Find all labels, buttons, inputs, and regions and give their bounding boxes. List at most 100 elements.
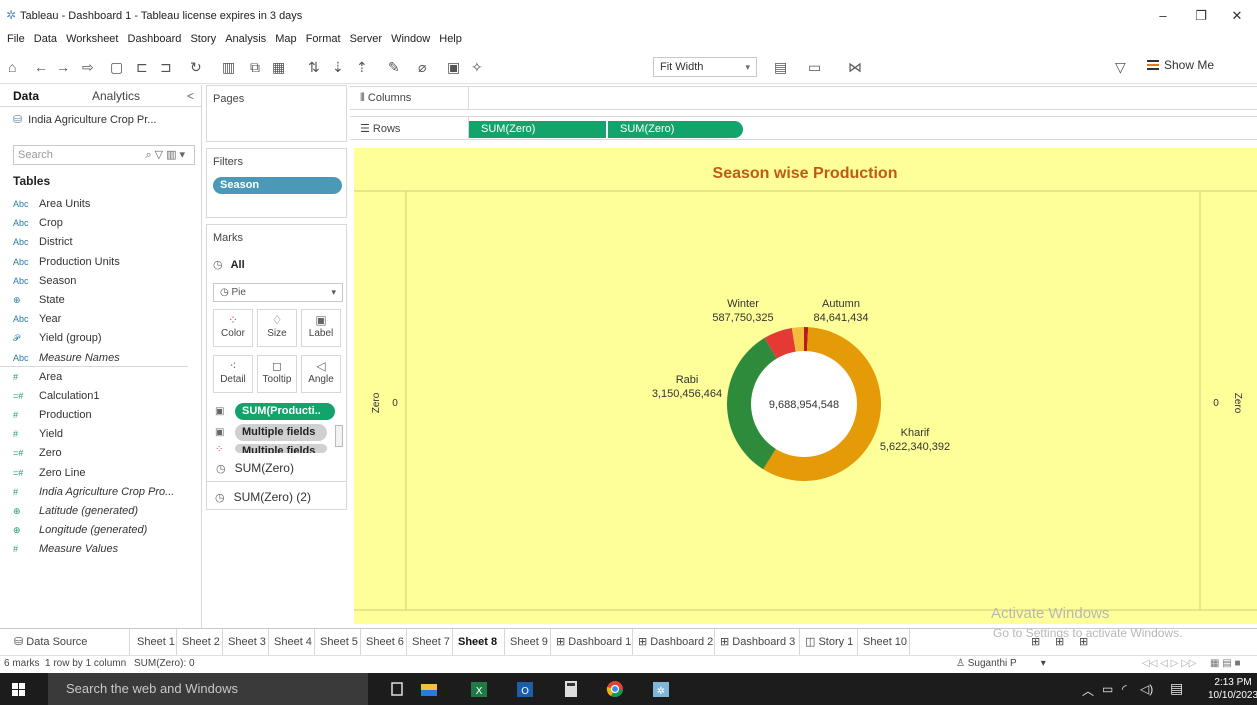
pill-sum-production[interactable]: SUM(Producti..: [235, 403, 335, 420]
pill-multiple-fields-2[interactable]: Multiple fields: [235, 444, 327, 453]
tab-analytics[interactable]: Analytics: [92, 89, 140, 103]
field-item[interactable]: # Yield: [13, 425, 202, 444]
viz-area[interactable]: Season wise Production Zero 0 Zero 0 9,6…: [354, 148, 1257, 624]
field-item[interactable]: # Area: [13, 368, 202, 387]
save-icon[interactable]: ▢: [110, 58, 123, 76]
pie-chart[interactable]: Season wise Production Zero 0 Zero 0 9,6…: [354, 148, 1257, 624]
restore-button[interactable]: ❐: [1186, 6, 1216, 26]
forward-icon[interactable]: →: [56, 58, 70, 76]
share-icon[interactable]: ⋈: [848, 58, 862, 76]
mark-type-dropdown[interactable]: ◷ Pie ▾: [213, 283, 343, 302]
volume-icon[interactable]: ◁): [1140, 682, 1153, 696]
chrome-icon[interactable]: [604, 679, 626, 699]
menu-analysis[interactable]: Analysis: [225, 30, 266, 48]
field-item[interactable]: Abc Area Units: [13, 195, 202, 214]
pill-multiple-fields[interactable]: Multiple fields: [235, 424, 327, 441]
highlight-icon[interactable]: ✎: [388, 58, 400, 76]
menu-data[interactable]: Data: [34, 30, 57, 48]
menu-map[interactable]: Map: [275, 30, 296, 48]
notifications-icon[interactable]: ▤: [1170, 680, 1183, 697]
sort-asc-icon[interactable]: ⇣: [332, 58, 344, 76]
sheet-tab[interactable]: Sheet 8: [453, 629, 505, 655]
menu-server[interactable]: Server: [350, 30, 382, 48]
new-sheet-icon[interactable]: ⊐: [160, 58, 172, 76]
columns-shelf[interactable]: ⦀ Columns: [350, 86, 1257, 110]
sheet-tab[interactable]: Sheet 9: [505, 629, 551, 655]
field-item[interactable]: Abc Measure Names: [13, 349, 202, 368]
sheet-tab[interactable]: Sheet 10: [858, 629, 910, 655]
field-item[interactable]: =# Zero: [13, 444, 202, 463]
task-view-icon[interactable]: [386, 679, 408, 699]
group-icon[interactable]: ⌀: [418, 58, 426, 76]
excel-icon[interactable]: X: [468, 679, 490, 699]
menu-help[interactable]: Help: [439, 30, 462, 48]
pages-card[interactable]: Pages: [206, 85, 347, 142]
file-explorer-icon[interactable]: [418, 679, 440, 699]
search-field-row[interactable]: Search ⌕▽▥▾: [13, 145, 195, 165]
datasource-item[interactable]: ⛁ India Agriculture Crop Pr...: [13, 113, 156, 126]
field-item[interactable]: 𝒫 Yield (group): [13, 329, 202, 348]
marks-all-row[interactable]: ◷ All: [213, 258, 245, 271]
field-item[interactable]: Abc Crop: [13, 214, 202, 233]
field-item[interactable]: # Production: [13, 406, 202, 425]
menu-file[interactable]: File: [7, 30, 25, 48]
search-input[interactable]: Search: [18, 149, 53, 161]
search-tools-icons[interactable]: ⌕▽▥▾: [145, 148, 188, 162]
tooltip-button[interactable]: ◻ Tooltip: [257, 355, 297, 393]
color-button[interactable]: ⁘ Color: [213, 309, 253, 347]
start-button[interactable]: [0, 673, 48, 705]
sheet-tab[interactable]: ◫ Story 1: [800, 629, 858, 655]
tableau-taskbar-icon[interactable]: ✲: [650, 679, 672, 699]
sheet-tab[interactable]: ⊞ Dashboard 1: [551, 629, 633, 655]
field-item[interactable]: ⊕ Longitude (generated): [13, 521, 202, 540]
tooltip-toggle-icon[interactable]: ▽: [1115, 58, 1126, 76]
row-pill-sum-zero-1[interactable]: SUM(Zero): [469, 121, 606, 138]
menu-dashboard[interactable]: Dashboard: [128, 30, 182, 48]
field-item[interactable]: =# Calculation1: [13, 387, 202, 406]
fit-dropdown[interactable]: Fit Width ▾: [653, 57, 757, 77]
field-item[interactable]: ⊕ Latitude (generated): [13, 502, 202, 521]
field-item[interactable]: =# Zero Line: [13, 464, 202, 483]
view-toggle-icons[interactable]: ▦ ▤ ■: [1210, 658, 1241, 669]
tab-data-source[interactable]: ⛁ Data Source: [0, 629, 130, 655]
nav-arrows-icon[interactable]: ◁◁ ◁ ▷ ▷▷: [1142, 658, 1196, 669]
duplicate-sheet-icon[interactable]: ⧉: [250, 58, 260, 76]
show-me-button[interactable]: Show Me: [1147, 58, 1214, 72]
user-menu[interactable]: ♙ Suganthi P ▾: [956, 658, 1046, 669]
new-worksheet-icon[interactable]: ▥: [222, 58, 235, 76]
sheet-tab[interactable]: Sheet 7: [407, 629, 453, 655]
menu-worksheet[interactable]: Worksheet: [66, 30, 118, 48]
wifi-icon[interactable]: ◜: [1122, 682, 1127, 696]
add-datasource-icon[interactable]: ⊏: [136, 58, 148, 76]
row-pill-sum-zero-2[interactable]: SUM(Zero): [608, 121, 743, 138]
menu-format[interactable]: Format: [306, 30, 341, 48]
field-item[interactable]: Abc Season: [13, 272, 202, 291]
field-item[interactable]: # India Agriculture Crop Pro...: [13, 483, 202, 502]
pin-icon[interactable]: ✧: [471, 58, 483, 76]
clear-sheet-icon[interactable]: ▦: [272, 58, 285, 76]
sort-desc-icon[interactable]: ⇡: [356, 58, 368, 76]
menu-story[interactable]: Story: [190, 30, 216, 48]
detail-button[interactable]: ⁖ Detail: [213, 355, 253, 393]
field-item[interactable]: # Measure Values: [13, 540, 202, 559]
angle-button[interactable]: ◁ Angle: [301, 355, 341, 393]
calculator-icon[interactable]: [560, 679, 582, 699]
tray-chevron-icon[interactable]: ︿: [1082, 682, 1094, 699]
minimize-button[interactable]: –: [1148, 6, 1178, 26]
outlook-icon[interactable]: O: [514, 679, 536, 699]
filters-card[interactable]: Filters Season: [206, 148, 347, 218]
sheet-tab[interactable]: Sheet 6: [361, 629, 407, 655]
sheet-tab[interactable]: ⊞ Dashboard 2: [633, 629, 715, 655]
sheet-tab[interactable]: Sheet 1: [132, 629, 177, 655]
marks-layer-sum-zero[interactable]: ◷ SUM(Zero): [216, 461, 294, 475]
sheet-tab[interactable]: ⊞ Dashboard 3: [715, 629, 800, 655]
label-button[interactable]: ▣ Label: [301, 309, 341, 347]
show-cards-icon[interactable]: ▤: [774, 58, 787, 76]
sheet-tab[interactable]: Sheet 4: [269, 629, 315, 655]
rows-shelf[interactable]: ☰ Rows SUM(Zero) SUM(Zero): [350, 116, 1257, 140]
taskbar-search[interactable]: Search the web and Windows: [48, 673, 368, 705]
close-button[interactable]: ✕: [1222, 6, 1252, 26]
back-icon[interactable]: ←: [34, 58, 48, 76]
swap-icon[interactable]: ⇅: [308, 58, 320, 76]
marks-scrollbar[interactable]: [335, 425, 343, 447]
